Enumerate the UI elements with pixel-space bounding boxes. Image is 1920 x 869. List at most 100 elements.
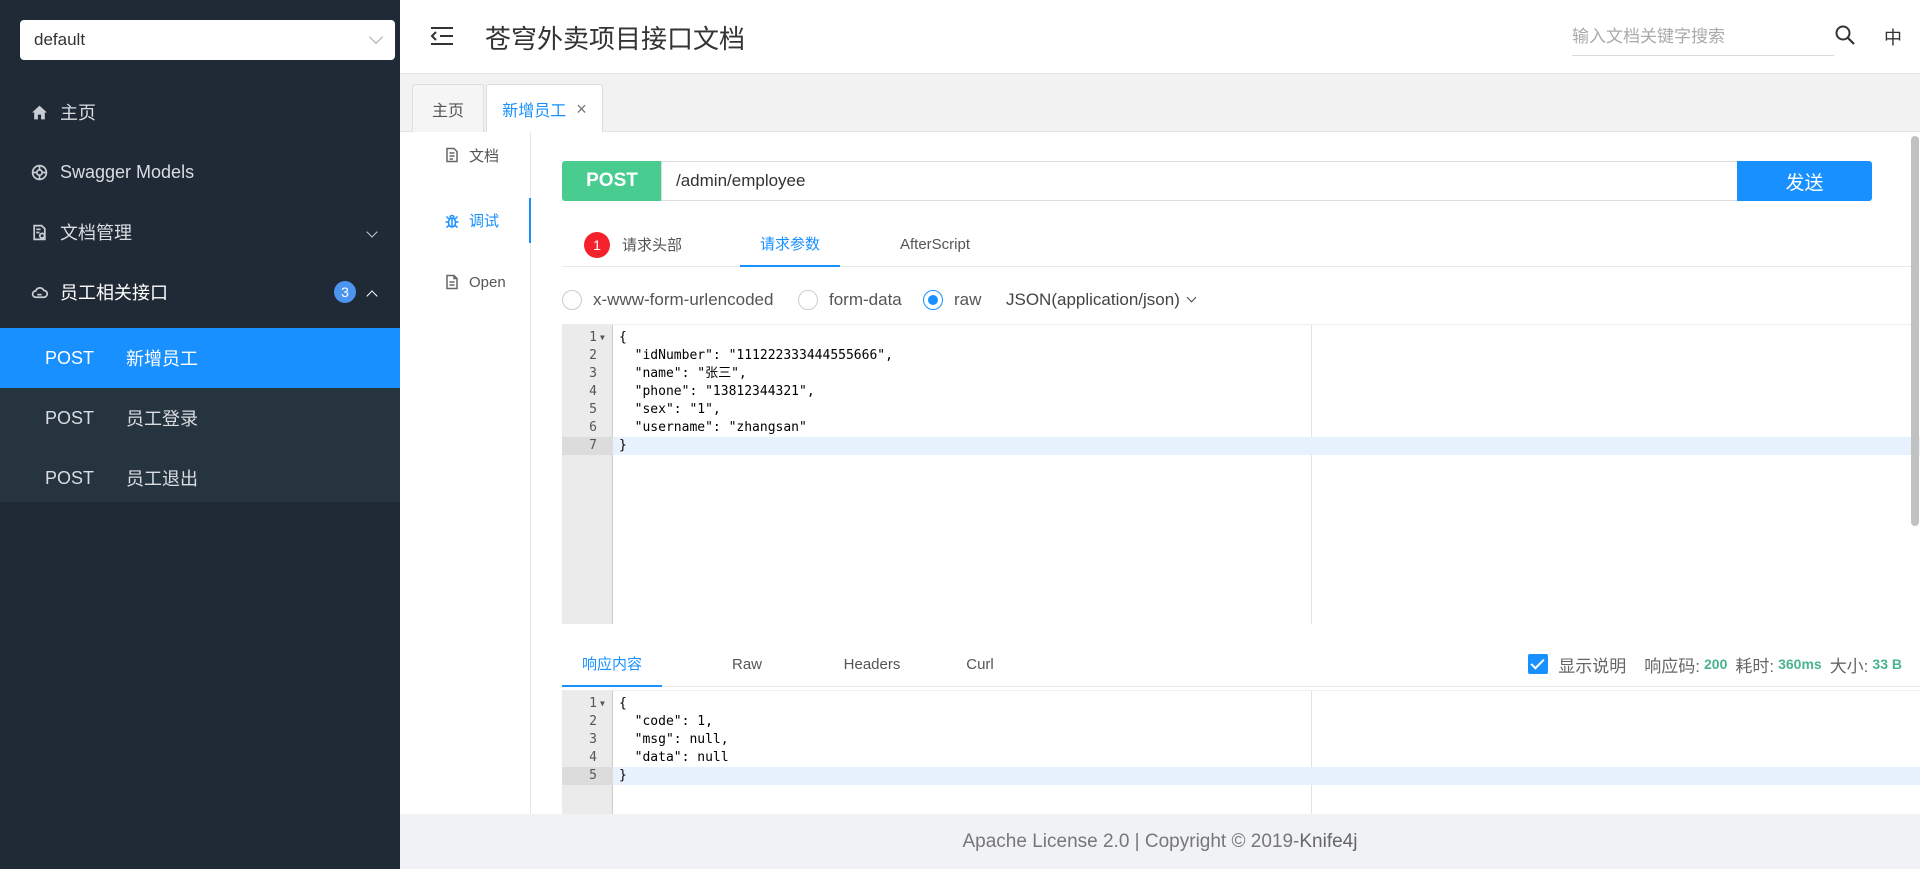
chevron-down-icon (1186, 292, 1197, 303)
body-type-radios: x-www-form-urlencoded form-data raw JSON… (562, 282, 1562, 318)
tab-response-raw[interactable]: Raw (712, 641, 782, 687)
code-line: 1 ▼ { (562, 695, 1920, 713)
radio-label: form-data (829, 290, 902, 309)
group-select[interactable]: default (20, 20, 395, 60)
request-tabs: 1 请求头部 请求参数 AfterScript (562, 222, 1920, 267)
show-desc-checkbox[interactable] (1528, 654, 1549, 674)
code-line: 6 "username": "zhangsan" (562, 419, 1920, 437)
chevron-down-icon (368, 29, 384, 45)
tab-response-headers[interactable]: Headers (822, 641, 922, 687)
fold-icon[interactable]: ▼ (600, 329, 605, 347)
home-icon (28, 101, 50, 123)
radio-form-data[interactable]: form-data (798, 290, 902, 310)
close-icon[interactable]: × (576, 99, 587, 120)
url-input[interactable] (661, 161, 1739, 201)
tab-label: Raw (731, 655, 762, 673)
tab-label: 请求头部 (622, 237, 683, 254)
code-text: "phone": "13812344321", (619, 384, 815, 399)
footer-year: 2019- (1245, 830, 1300, 852)
endpoint-label: 员工退出 (126, 469, 198, 489)
endpoint-add-employee[interactable]: POST 新增员工 (0, 328, 400, 388)
response-info: 显示说明 响应码: 200 耗时: 360ms 大小: 33 B (1528, 641, 1902, 687)
show-desc-label: 显示说明 (1558, 656, 1627, 676)
code-text: "code": 1, (619, 714, 713, 729)
tab-request-headers[interactable]: 1 请求头部 (584, 222, 682, 267)
code-line: 4 "phone": "13812344321", (562, 383, 1920, 401)
tab-label: Headers (843, 655, 901, 673)
content-type-select[interactable]: JSON(application/json) (1006, 290, 1197, 310)
time-value: 360ms (1778, 656, 1822, 672)
side-tab-open[interactable]: Open (400, 262, 531, 302)
sidebar-item-employee-api[interactable]: 员工相关接口 3 (0, 262, 400, 322)
radio-circle (562, 290, 582, 310)
scrollbar-thumb[interactable] (1911, 136, 1919, 526)
search-icon[interactable] (1834, 24, 1856, 46)
line-number: 2 (589, 348, 597, 363)
line-number: 6 (589, 420, 597, 435)
code-text: "name": "张三", (619, 366, 747, 381)
radio-circle (798, 290, 818, 310)
chevron-up-icon (366, 290, 378, 302)
line-number: 4 (589, 750, 597, 765)
line-number: 1 (589, 330, 597, 345)
file-icon (446, 274, 458, 290)
search-input[interactable] (1572, 18, 1834, 56)
code-line: 2 "idNumber": "111222333444555666", (562, 347, 1920, 365)
fold-icon[interactable]: ▼ (600, 695, 605, 713)
header: 苍穹外卖项目接口文档 中 (400, 0, 1920, 74)
menu-fold-icon[interactable] (430, 26, 454, 46)
radio-urlencoded[interactable]: x-www-form-urlencoded (562, 290, 773, 310)
doc-manage-icon (28, 221, 50, 243)
side-tab-label: Open (469, 273, 506, 291)
line-number: 2 (589, 714, 597, 729)
doc-side-tabs: 文档 调试 Open (400, 132, 531, 814)
language-switch[interactable]: 中 (1884, 24, 1902, 50)
code-line: 5 "sex": "1", (562, 401, 1920, 419)
tab-label: 主页 (431, 102, 464, 120)
http-method-tag: POST (562, 161, 662, 201)
endpoint-employee-logout[interactable]: POST 员工退出 (0, 448, 400, 508)
line-number: 4 (589, 384, 597, 399)
side-tab-debug[interactable]: 调试 (400, 198, 531, 243)
tab-response-content[interactable]: 响应内容 (562, 641, 662, 687)
sidebar-item-doc-manage[interactable]: 文档管理 (0, 202, 400, 262)
size-label: 大小: (1829, 656, 1869, 676)
bug-icon (445, 214, 459, 228)
cloud-icon (28, 281, 50, 303)
chevron-down-icon (366, 226, 378, 238)
tabs-bar: 主页 新增员工 × (400, 74, 1920, 133)
code-text: } (619, 768, 627, 783)
endpoint-employee-login[interactable]: POST 员工登录 (0, 388, 400, 448)
side-tab-doc[interactable]: 文档 (400, 135, 531, 175)
line-number: 3 (589, 366, 597, 381)
response-body-editor[interactable]: 1 ▼{2 "code": 1, 3 "msg": null, 4 "data": n… (562, 690, 1920, 814)
code-line: 5} (562, 767, 1920, 785)
tab-response-curl[interactable]: Curl (945, 641, 1015, 687)
sidebar-item-home[interactable]: 主页 (0, 82, 400, 142)
models-icon (28, 161, 50, 183)
code-text: "data": null (619, 750, 729, 765)
request-body-editor[interactable]: 1 ▼{2 "idNumber": "111222333444555666", 3 … (562, 324, 1920, 624)
sidebar-item-swagger-models[interactable]: Swagger Models (0, 142, 400, 202)
page-title: 苍穹外卖项目接口文档 (485, 24, 746, 54)
line-number: 5 (562, 767, 613, 785)
tab-label: Curl (966, 655, 994, 673)
code-line: 3 "name": "张三", (562, 365, 1920, 383)
footer: Apache License 2.0 | Copyright © 2019- K… (400, 814, 1920, 869)
line-number: 3 (589, 732, 597, 747)
endpoint-label: 新增员工 (126, 349, 198, 369)
code-line: 3 "msg": null, (562, 731, 1920, 749)
endpoint-method: POST (45, 347, 95, 368)
endpoint-label: 员工登录 (126, 409, 198, 429)
line-number: 1 (589, 696, 597, 711)
response-tabs: 响应内容 Raw Headers Curl 显示说明 响应码: 200 耗时: … (562, 641, 1920, 687)
tab-home[interactable]: 主页 (412, 84, 484, 132)
tab-afterscript[interactable]: AfterScript (900, 222, 970, 267)
tab-request-params[interactable]: 请求参数 (740, 222, 840, 267)
tab-label: AfterScript (900, 236, 971, 253)
endpoint-method: POST (45, 407, 95, 428)
radio-label: raw (954, 290, 982, 309)
tab-add-employee[interactable]: 新增员工 × (486, 84, 603, 133)
send-button[interactable]: 发送 (1737, 161, 1872, 201)
radio-raw[interactable]: raw (923, 290, 981, 310)
